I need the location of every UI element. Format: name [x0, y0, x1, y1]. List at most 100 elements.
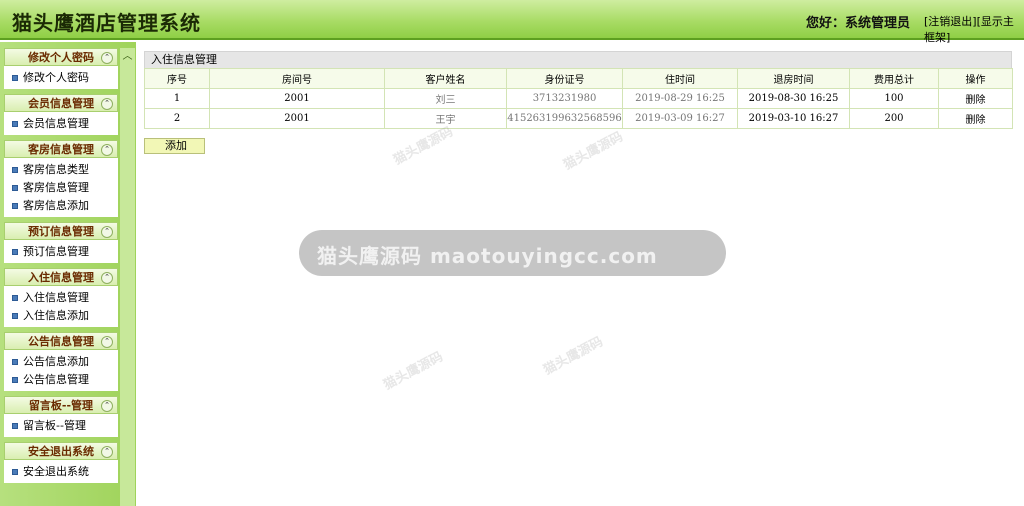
- delete-link[interactable]: 删除: [966, 115, 986, 126]
- sidebar-group-title: 修改个人密码: [28, 51, 94, 64]
- sidebar-item-label: 留言板--管理: [23, 419, 86, 432]
- sidebar-group-header[interactable]: 入住信息管理 ⌃: [4, 268, 118, 286]
- bullet-icon: [12, 203, 18, 209]
- sidebar-group-header[interactable]: 修改个人密码 ⌃: [4, 48, 118, 66]
- watermark-banner: 猫头鹰源码 maotouyingcc.com: [299, 230, 726, 276]
- table-cell: 3713231980: [506, 88, 623, 109]
- table-cell: 2001: [209, 88, 385, 109]
- panel-title: 入住信息管理: [144, 51, 1012, 68]
- sidebar-group-header[interactable]: 客房信息管理 ⌃: [4, 140, 118, 158]
- bullet-icon: [12, 185, 18, 191]
- sidebar-item-label: 公告信息添加: [23, 355, 89, 368]
- sidebar-item-label: 入住信息管理: [23, 291, 89, 304]
- sidebar: 修改个人密码 ⌃ 修改个人密码 会员信息管理 ⌃ 会员信息管理 客房信息管理 ⌃ 客房信息类型客…: [4, 48, 118, 488]
- sidebar-item-label: 会员信息管理: [23, 117, 89, 130]
- checkin-table: 序号 房间号 客户姓名 身份证号 住时间 退房时间 费用总计 操作 1 2001 刘三 371323…: [144, 68, 1013, 129]
- collapse-icon[interactable]: ⌃: [101, 226, 113, 238]
- user-greeting: 您好：系统管理员: [806, 16, 911, 31]
- sidebar-group: 入住信息管理 ⌃ 入住信息管理入住信息添加: [4, 268, 118, 327]
- table-cell: 删除: [938, 108, 1013, 129]
- add-button[interactable]: 添加: [144, 138, 205, 154]
- logout-link[interactable]: [注销退出]: [924, 15, 977, 28]
- delete-link[interactable]: 删除: [966, 95, 986, 106]
- collapse-icon[interactable]: ⌃: [101, 52, 113, 64]
- sidebar-item-label: 客房信息管理: [23, 181, 89, 194]
- bullet-icon: [12, 423, 18, 429]
- table-cell: 2: [144, 108, 210, 129]
- sidebar-item[interactable]: 客房信息添加: [4, 197, 118, 215]
- table-row: 2 2001 王宇 415263199632568596 2019-03-09 16:2…: [144, 108, 1013, 129]
- collapse-icon[interactable]: ⌃: [101, 272, 113, 284]
- sidebar-group: 会员信息管理 ⌃ 会员信息管理: [4, 94, 118, 135]
- bullet-icon: [12, 377, 18, 383]
- sidebar-group: 安全退出系统 ⌃ 安全退出系统: [4, 442, 118, 483]
- table-cell: 200: [849, 108, 939, 129]
- bullet-icon: [12, 121, 18, 127]
- sidebar-group-title: 客房信息管理: [28, 143, 94, 156]
- table-cell: 删除: [938, 88, 1013, 109]
- sidebar-group-title: 预订信息管理: [28, 225, 94, 238]
- table-cell: 王宇: [384, 108, 507, 129]
- watermark-tile: 猫头鹰源码: [561, 129, 626, 174]
- table-cell: 1: [144, 88, 210, 109]
- table-cell: 2019-08-30 16:25: [737, 88, 850, 109]
- table-cell: 2001: [209, 108, 385, 129]
- sidebar-item-label: 客房信息类型: [23, 163, 89, 176]
- collapse-icon[interactable]: ⌃: [101, 336, 113, 348]
- sidebar-group-title: 安全退出系统: [28, 445, 94, 458]
- sidebar-group: 客房信息管理 ⌃ 客房信息类型 客房信息管理 客房信息添加: [4, 140, 118, 217]
- sidebar-group-header[interactable]: 留言板--管理 ⌃: [4, 396, 118, 414]
- bullet-icon: [12, 469, 18, 475]
- watermark-tile: 猫头鹰源码: [381, 349, 446, 394]
- collapse-icon[interactable]: ⌃: [101, 446, 113, 458]
- sidebar-group-title: 留言板--管理: [28, 399, 94, 412]
- sidebar-group-header[interactable]: 预订信息管理 ⌃: [4, 222, 118, 240]
- sidebar-group: 留言板--管理 ⌃ 留言板--管理: [4, 396, 118, 437]
- sidebar-item-label: 预订信息管理: [23, 245, 89, 258]
- sidebar-group-header[interactable]: 安全退出系统 ⌃: [4, 442, 118, 460]
- sidebar-group-title: 入住信息管理: [28, 271, 94, 284]
- column-header: 费用总计: [849, 68, 939, 89]
- bullet-icon: [12, 313, 18, 319]
- table-cell: 刘三: [384, 88, 507, 109]
- bullet-icon: [12, 359, 18, 365]
- column-header: 客户姓名: [384, 68, 507, 89]
- sidebar-item[interactable]: 安全退出系统: [4, 463, 118, 481]
- sidebar-item[interactable]: 客房信息类型: [4, 161, 118, 179]
- table-header-row: 序号 房间号 客户姓名 身份证号 住时间 退房时间 费用总计 操作: [144, 68, 1013, 89]
- sidebar-item[interactable]: 客房信息管理: [4, 179, 118, 197]
- sidebar-item-label: 修改个人密码: [23, 71, 89, 84]
- sidebar-group-header[interactable]: 会员信息管理 ⌃: [4, 94, 118, 112]
- header-links: [注销退出][显示主框架]: [924, 13, 1024, 45]
- table-row: 1 2001 刘三 3713231980 2019-08-29 16:25 2019-08…: [144, 88, 1013, 109]
- table-cell: 2019-03-09 16:27: [622, 108, 738, 129]
- sidebar-item[interactable]: 入住信息添加: [4, 307, 118, 325]
- collapse-icon[interactable]: ⌃: [101, 144, 113, 156]
- column-header: 身份证号: [506, 68, 623, 89]
- table-body: 1 2001 刘三 3713231980 2019-08-29 16:25 2019-08…: [144, 88, 1013, 129]
- sidebar-group: 公告信息管理 ⌃ 公告信息添加 公告信息管理: [4, 332, 118, 391]
- sidebar-item-label: 客房信息添加: [23, 199, 89, 212]
- column-header: 序号: [144, 68, 210, 89]
- sidebar-item[interactable]: 公告信息添加: [4, 353, 118, 371]
- sidebar-item[interactable]: 修改个人密码: [4, 69, 118, 87]
- collapse-icon[interactable]: ⌃: [101, 400, 113, 412]
- collapse-icon[interactable]: ⌃: [101, 98, 113, 110]
- column-header: 退房时间: [737, 68, 850, 89]
- sidebar-item[interactable]: 会员信息管理: [4, 115, 118, 133]
- sidebar-item[interactable]: 入住信息管理: [4, 289, 118, 307]
- sidebar-group: 预订信息管理 ⌃ 预订信息管理: [4, 222, 118, 263]
- app-header: 猫头鹰酒店管理系统 您好：系统管理员 [注销退出][显示主框架]: [0, 0, 1024, 44]
- column-header: 住时间: [622, 68, 738, 89]
- sidebar-item[interactable]: 留言板--管理: [4, 417, 118, 435]
- sidebar-group-header[interactable]: 公告信息管理 ⌃: [4, 332, 118, 350]
- sidebar-item-label: 公告信息管理: [23, 373, 89, 386]
- column-header: 房间号: [209, 68, 385, 89]
- sidebar-group-title: 会员信息管理: [28, 97, 94, 110]
- sidebar-item[interactable]: 公告信息管理: [4, 371, 118, 389]
- sidebar-item[interactable]: 预订信息管理: [4, 243, 118, 261]
- sidebar-scroll-strip[interactable]: ︿: [120, 48, 135, 506]
- watermark-tile: 猫头鹰源码: [541, 334, 606, 379]
- scroll-up-icon[interactable]: ︿: [120, 50, 135, 64]
- bullet-icon: [12, 249, 18, 255]
